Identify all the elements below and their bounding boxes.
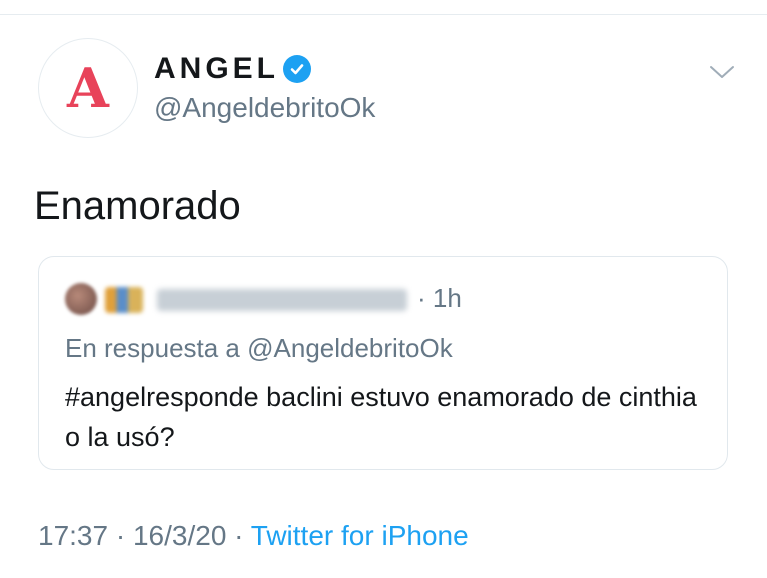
avatar[interactable]: A	[38, 38, 138, 138]
quoted-text: #angelresponde baclini estuvo enamorado …	[65, 382, 697, 452]
quoted-avatar-blurred[interactable]	[65, 283, 97, 315]
verified-badge-icon	[283, 55, 311, 83]
quoted-tweet-card[interactable]: · 1h En respuesta a @AngeldebritoOk #ang…	[38, 256, 728, 470]
quoted-reply-context: En respuesta a @AngeldebritoOk	[65, 333, 453, 364]
tweet-time: 17:37	[38, 520, 109, 551]
meta-separator: ·	[226, 520, 251, 551]
tweet-text: Enamorado	[34, 184, 241, 228]
author-name[interactable]: ANGEL	[154, 52, 279, 86]
top-divider	[0, 14, 767, 15]
tweet-source-link[interactable]: Twitter for iPhone	[251, 520, 469, 551]
quoted-handle-blurred[interactable]	[157, 289, 407, 311]
avatar-logo-letter: A	[67, 56, 109, 120]
author-handle[interactable]: @AngeldebritoOk	[154, 92, 375, 124]
quoted-username-emoji-blurred	[105, 287, 143, 313]
author-name-row[interactable]: ANGEL	[154, 52, 311, 86]
chevron-down-icon[interactable]	[707, 62, 737, 82]
meta-separator: ·	[108, 520, 133, 551]
reply-handle-link[interactable]: @AngeldebritoOk	[247, 333, 453, 363]
tweet-meta: 17:37 · 16/3/20 · Twitter for iPhone	[38, 520, 469, 552]
tweet-date[interactable]: 16/3/20	[133, 520, 226, 551]
quoted-time: · 1h	[417, 283, 462, 313]
reply-prefix: En respuesta a	[65, 333, 240, 363]
